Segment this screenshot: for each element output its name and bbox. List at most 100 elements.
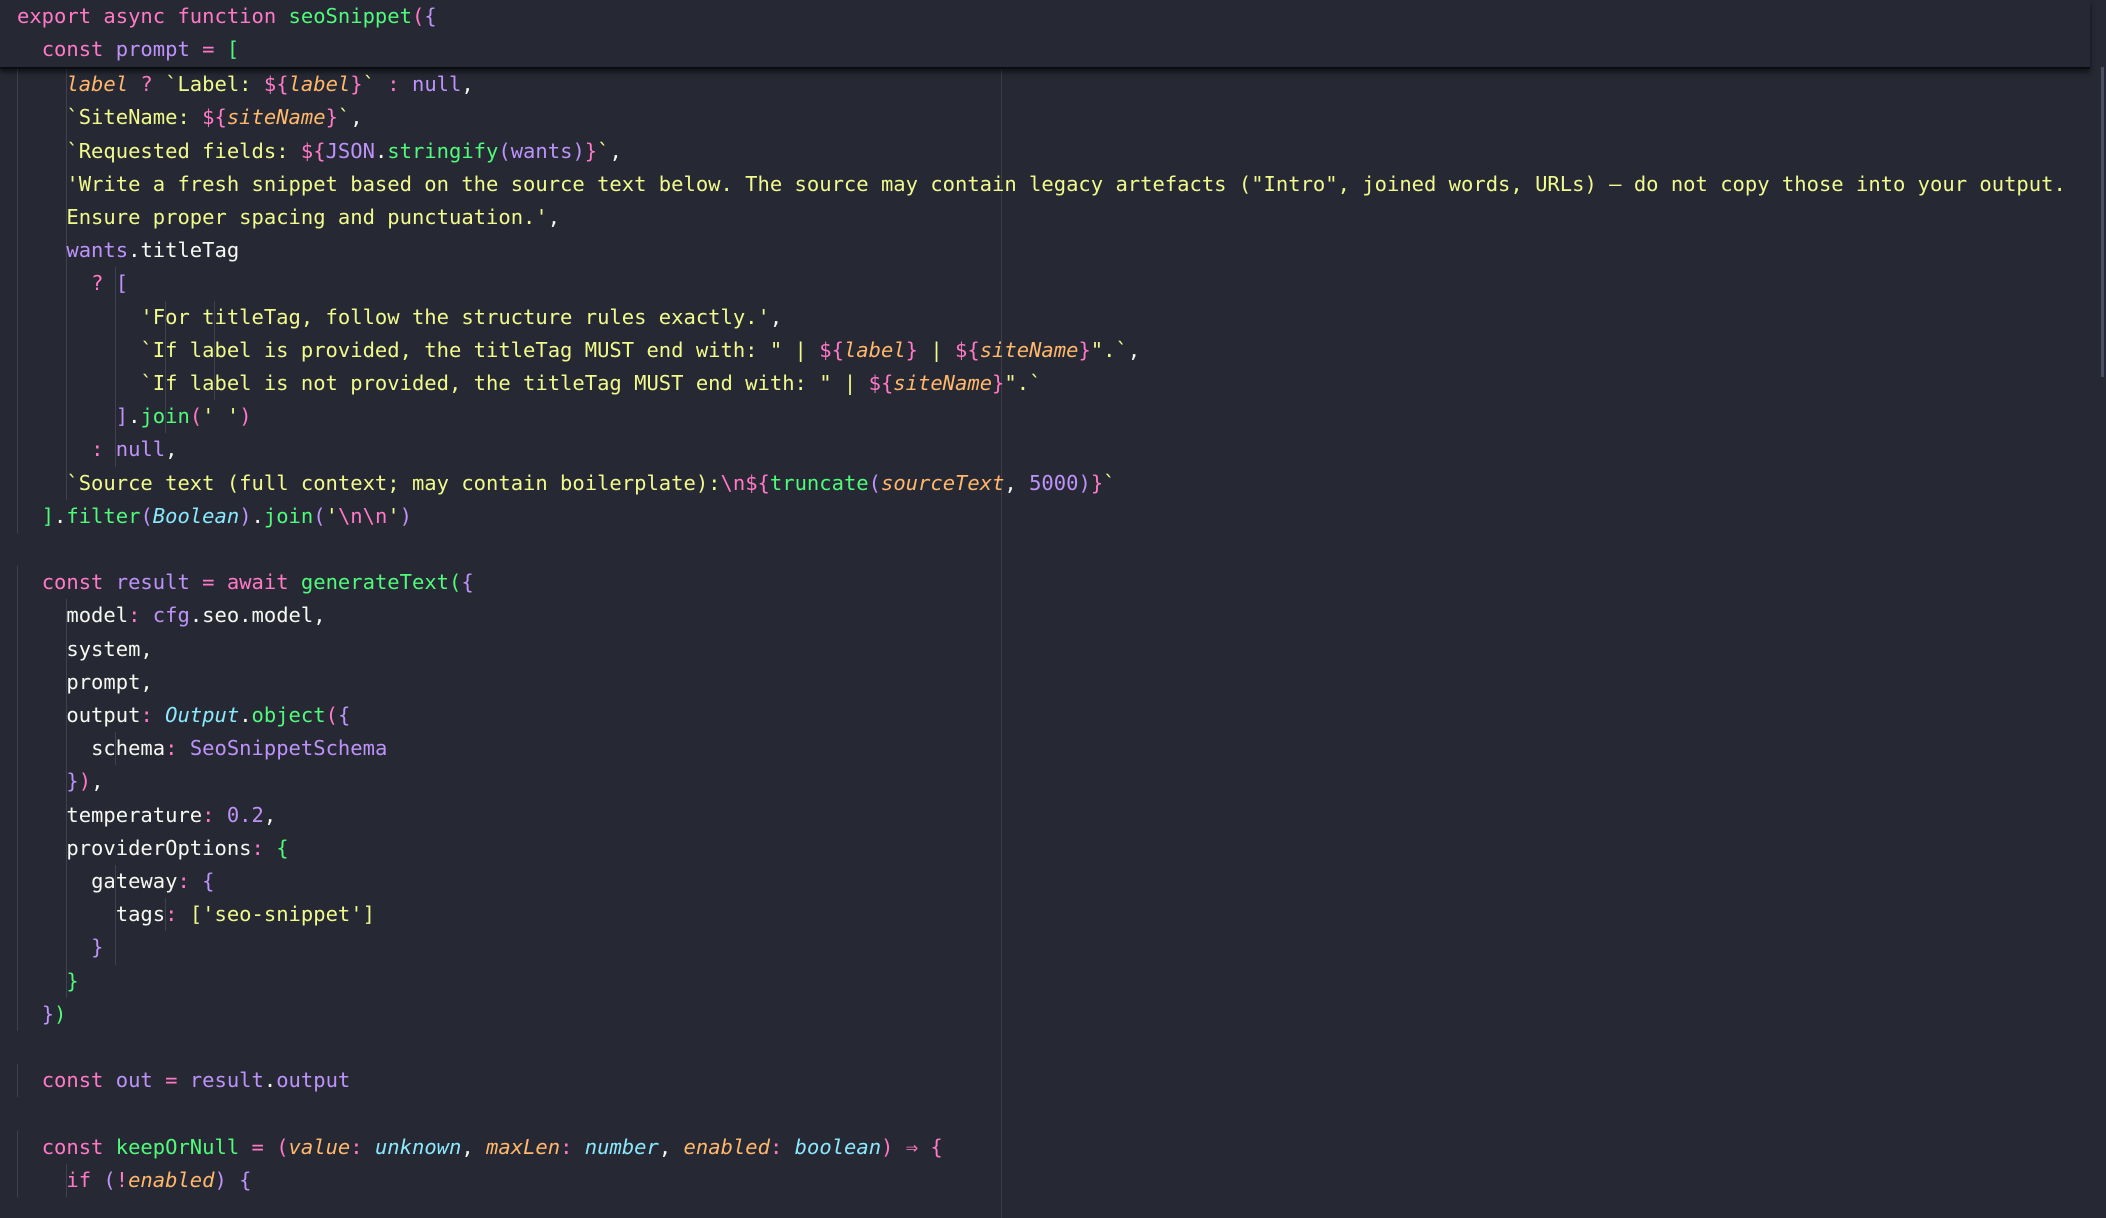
code-token: null [115,437,166,462]
code-token: out [115,1068,153,1093]
code-token: Output [165,703,240,727]
code-token: : [91,437,116,462]
code-token: } [66,769,79,794]
code-token: , [91,769,104,794]
code-token: . [54,503,67,528]
code-token: } [992,371,1005,395]
code-token: result [115,570,190,595]
code-line[interactable]: 'Write a fresh snippet based on the sour… [17,168,2065,201]
code-token: const [41,1134,116,1159]
code-token: siteName [226,105,326,130]
code-line[interactable]: system, [17,633,152,666]
code-token: } [1078,337,1091,362]
code-line[interactable]: ].join(' ') [17,400,252,433]
code-line[interactable]: gateway: { [17,865,215,898]
code-token: , [769,304,783,329]
code-token: ] [362,902,375,927]
code-line[interactable]: `Requested fields: ${JSON.stringify(want… [17,135,621,168]
code-token: : [374,72,412,97]
code-line[interactable]: providerOptions: { [17,832,289,865]
code-token: .seo.model, [189,603,326,628]
code-line[interactable]: const keepOrNull = (value: unknown, maxL… [17,1131,943,1164]
code-token: : [165,902,190,927]
code-line[interactable]: output: Output.object({ [17,699,350,732]
code-token: ' ' [202,404,240,429]
code-token: ` [1103,470,1116,495]
scrollbar-thumb[interactable] [2101,67,2104,377]
code-token: label [66,72,129,97]
code-line[interactable]: `If label is provided, the titleTag MUST… [17,334,1140,367]
code-line[interactable]: label ? `Label: ${label}` : null, [17,68,473,101]
code-token: : [165,736,190,761]
code-token: model [66,603,129,628]
code-token: ( [313,503,326,528]
code-token: { [276,835,289,860]
code-token: = await [189,570,301,595]
code-token: boolean [794,1134,882,1159]
code-token: { [202,869,215,893]
code-token: Ensure proper spacing and punctuation.' [66,205,548,229]
code-line[interactable]: } [17,965,78,998]
code-line[interactable]: }), [17,765,103,798]
code-token: } [91,935,104,960]
code-line[interactable]: } [17,931,103,964]
sticky-line[interactable]: const prompt = [ [17,33,240,66]
code-line[interactable]: tags: ['seo-snippet'] [17,898,375,931]
code-token: { [337,703,351,727]
code-line[interactable]: const result = await generateText({ [17,566,474,599]
overview-ruler-scrollbar[interactable] [2092,67,2106,1218]
code-line[interactable]: `If label is not provided, the titleTag … [17,367,1041,400]
code-line[interactable]: ? [ [17,267,128,300]
code-line[interactable]: : null, [17,433,177,466]
code-token: `Requested fields: [66,138,301,163]
code-token: . [374,138,388,163]
code-line[interactable]: }) [17,998,67,1031]
sticky-line[interactable]: export async function seoSnippet({ [17,0,437,33]
code-line[interactable]: if (!enabled) { [17,1164,252,1197]
code-line[interactable]: `SiteName: ${siteName}`, [17,101,363,134]
code-line[interactable]: Ensure proper spacing and punctuation.', [17,201,560,234]
code-token: `Source text (full context; may contain … [66,470,721,495]
code-token: . [239,703,252,727]
code-token: { [930,1134,943,1159]
code-token: wants [66,238,129,263]
code-token: [ [189,902,203,927]
code-line[interactable]: temperature: 0.2, [17,799,276,832]
code-token: 0.2 [226,802,264,827]
code-token: } [350,72,363,97]
sticky-scroll-header[interactable]: export async function seoSnippet({ const… [0,0,2090,69]
code-token: , [350,105,363,130]
code-line[interactable]: ].filter(Boolean).join('\n\n') [17,500,412,533]
code-line[interactable]: schema: SeoSnippetSchema [17,732,387,765]
code-line[interactable]: const out = result.output [17,1064,351,1097]
code-token: result [189,1068,264,1093]
code-editor[interactable]: `Title: ${title}`, label ? `Label: ${lab… [0,0,2106,1218]
code-token: ".` [1090,337,1128,362]
code-token: = [152,1068,190,1093]
code-line[interactable]: `Source text (full context; may contain … [17,467,1116,500]
code-token: = [239,1134,277,1159]
code-line[interactable]: 'For titleTag, follow the structure rule… [17,301,782,334]
code-token: ' [325,503,338,528]
code-line[interactable]: prompt, [17,666,152,699]
code-token: { [226,1167,252,1192]
code-line[interactable]: wants.titleTag [17,234,239,267]
code-token: unknown [374,1134,462,1159]
code-token: enabled [683,1134,770,1159]
code-line[interactable]: model: cfg.seo.model, [17,599,326,632]
code-token: ( [868,470,881,495]
code-token: ( [140,503,153,528]
code-token: . [128,238,141,263]
